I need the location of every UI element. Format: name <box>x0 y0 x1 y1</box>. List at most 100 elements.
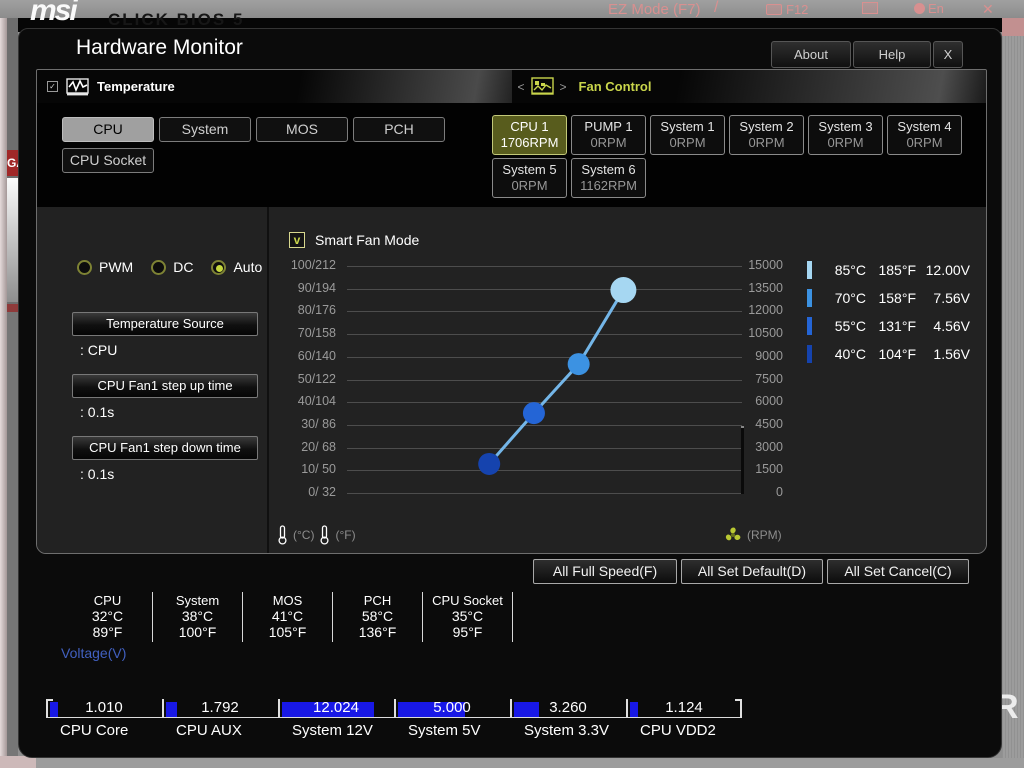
fan-point-row: 40°C 104°F 1.56V <box>807 340 970 368</box>
point-temp-f: 158°F <box>878 290 916 306</box>
bios-bottom-strip <box>0 758 1024 768</box>
tab-fan-control-label: Fan Control <box>578 79 652 94</box>
status-temp-pch: PCH 58°C 136°F <box>333 592 423 642</box>
setting-value: : CPU <box>80 342 118 358</box>
status-name: MOS <box>272 593 303 608</box>
smart-fan-checkbox[interactable]: v <box>289 232 305 248</box>
fan-button-pump-1[interactable]: PUMP 1 0RPM <box>571 115 646 155</box>
temp-source-system[interactable]: System <box>159 117 251 142</box>
all-set-defaultbutton[interactable]: All Set Default(D) <box>681 559 823 584</box>
fan-selector-buttons: CPU 1 1706RPM PUMP 1 0RPM System 1 0RPM System… <box>492 115 977 201</box>
voltage-value-cpu-aux: 1.792 <box>201 699 239 716</box>
close-button[interactable]: X <box>933 41 963 68</box>
temp-source-mos[interactable]: MOS <box>256 117 348 142</box>
fan-button-system-5[interactable]: System 5 0RPM <box>492 158 567 198</box>
temperature-chart-icon <box>66 77 89 95</box>
rpm-unit-label: (RPM) <box>747 528 782 542</box>
cpu-fan1-step-down-time-button[interactable]: CPU Fan1 step down time <box>72 436 258 460</box>
temperature-source-buttons: CPU System MOS PCH CPU Socket <box>62 117 462 179</box>
tab-temperature[interactable]: ✓ Temperature <box>37 70 512 103</box>
fan-button-system-3[interactable]: System 3 0RPM <box>808 115 883 155</box>
mode-radio-dc[interactable]: DC <box>151 259 193 275</box>
status-temp-cpu: CPU 32°C 89°F <box>63 592 153 642</box>
status-name: CPU <box>93 593 122 608</box>
temp-source-pch[interactable]: PCH <box>353 117 445 142</box>
temp-source-cpu[interactable]: CPU <box>62 117 154 142</box>
point-color-bar <box>807 261 812 279</box>
point-voltage: 12.00V <box>925 262 970 278</box>
fan-mode-radios: PWM DC Auto <box>77 259 262 275</box>
point-temp-f: 185°F <box>878 262 916 278</box>
bios-left-edge <box>0 18 7 768</box>
radio-icon <box>211 259 227 275</box>
bios-close-icon[interactable]: ✕ <box>982 1 994 18</box>
fan-curve <box>478 277 637 475</box>
divider-slash: / <box>714 0 719 16</box>
monitor-panel: ✓ Temperature < > Fan Control CPU System… <box>36 69 987 554</box>
fan-name: System 1 <box>660 119 715 134</box>
fan-button-system-6[interactable]: System 6 1162RPM <box>571 158 646 198</box>
voltage-label: System 5V <box>408 722 481 739</box>
voltage-value-system-3-3v: 3.260 <box>549 699 587 716</box>
fan-name: System 6 <box>581 162 636 177</box>
help-button[interactable]: Help <box>853 41 931 68</box>
status-fahrenheit: 89°F <box>92 624 123 640</box>
radio-icon <box>77 259 92 275</box>
next-tab-icon[interactable]: > <box>560 80 567 94</box>
fan-rpm: 0RPM <box>906 135 943 150</box>
status-celsius: 58°C <box>361 608 394 624</box>
status-celsius: 32°C <box>91 608 124 624</box>
point-color-bar <box>807 317 812 335</box>
point-voltage: 7.56V <box>933 290 970 306</box>
fan-action-buttons: All Full Speed(F) All Set Default(D) All S… <box>533 559 969 584</box>
voltage-label: System 12V <box>292 722 373 739</box>
voltage-gauge: 1.010 CPU Core 1.792 CPU AUX 12.024 System 12… <box>46 681 742 743</box>
status-name: System <box>175 593 220 608</box>
bell-icon <box>914 3 925 14</box>
point-temp-c: 40°C <box>834 346 866 362</box>
fan-button-system-4[interactable]: System 4 0RPM <box>887 115 962 155</box>
fan-point-table: 85°C 185°F 12.00V 70°C 158°F 7.56V 55°C 131°F 4.… <box>807 256 970 368</box>
fan-curve-point-40c[interactable] <box>478 452 501 475</box>
status-fahrenheit: 105°F <box>268 624 307 640</box>
fan-point-row: 85°C 185°F 12.00V <box>807 256 970 284</box>
voltage-label: CPU AUX <box>176 722 242 739</box>
temperature-source-button[interactable]: Temperature Source <box>72 312 258 336</box>
fan-button-cpu-1[interactable]: CPU 1 1706RPM <box>492 115 567 155</box>
prev-tab-icon[interactable]: < <box>518 80 525 94</box>
fan-curve-point-85c[interactable] <box>610 277 637 304</box>
monitor-icon[interactable] <box>862 2 878 14</box>
content-divider <box>267 207 269 553</box>
about-button[interactable]: About <box>771 41 851 68</box>
cpu-fan1-step-up-time-button[interactable]: CPU Fan1 step up time <box>72 374 258 398</box>
fan-button-system-1[interactable]: System 1 0RPM <box>650 115 725 155</box>
voltage-label: System 3.3V <box>524 722 610 739</box>
thermometer-icon <box>278 525 287 545</box>
mode-label: DC <box>173 259 194 275</box>
fan-rpm: 0RPM <box>827 135 864 150</box>
msi-logo: msi <box>30 0 78 27</box>
bios-left-widget <box>7 178 18 302</box>
click-bios-label: CLICK BIOS 5 <box>108 10 245 29</box>
point-temp-c: 85°C <box>834 262 866 278</box>
mode-radio-auto[interactable]: Auto <box>211 259 262 275</box>
point-voltage: 4.56V <box>933 318 970 334</box>
tab-fan-control[interactable]: < > Fan Control <box>511 70 986 103</box>
fan-name: System 5 <box>502 162 557 177</box>
all-set-cancelbutton[interactable]: All Set Cancel(C) <box>827 559 969 584</box>
mode-label: Auto <box>233 259 263 275</box>
screenshot-f12-button[interactable]: F12 <box>766 2 808 17</box>
fan-control-icon <box>530 77 554 95</box>
fan-curve-point-70c[interactable] <box>567 353 590 376</box>
status-fahrenheit: 136°F <box>358 624 397 640</box>
fan-curve-point-55c[interactable] <box>522 402 545 425</box>
fan-button-system-2[interactable]: System 2 0RPM <box>729 115 804 155</box>
bios-left-accent <box>7 304 18 312</box>
language-button[interactable]: En <box>914 1 944 16</box>
temp-source-cpu-socket[interactable]: CPU Socket <box>62 148 154 173</box>
mode-radio-pwm[interactable]: PWM <box>77 259 133 275</box>
all-full-speedbutton[interactable]: All Full Speed(F) <box>533 559 677 584</box>
ez-mode-button[interactable]: EZ Mode (F7) <box>608 1 701 18</box>
point-color-bar <box>807 345 812 363</box>
voltage-section-title: Voltage(V) <box>61 645 127 661</box>
